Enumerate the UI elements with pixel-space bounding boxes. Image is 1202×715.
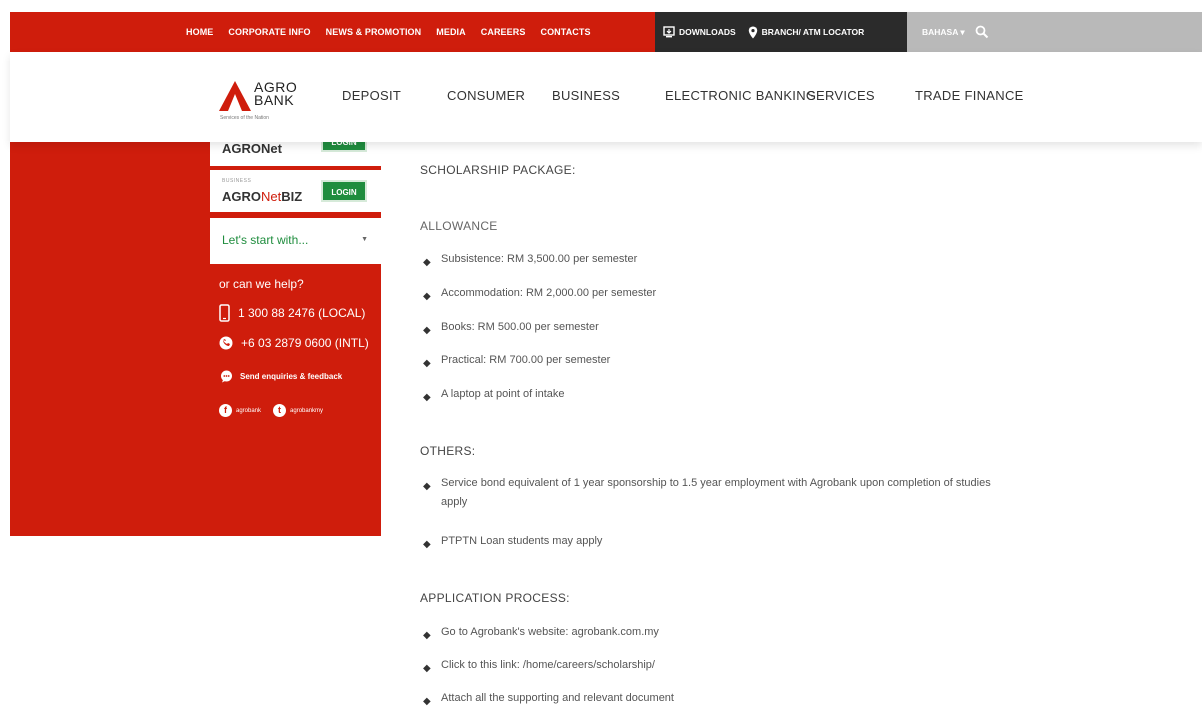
map-pin-icon (748, 26, 757, 38)
logo-tagline: Services of the Nation (220, 115, 269, 121)
downloads-link[interactable]: DOWNLOADS (663, 26, 736, 38)
application-item-text: Attach all the supporting and relevant d… (441, 692, 674, 704)
application-item: ◆ Click to this link: /home/careers/schol… (420, 656, 1010, 675)
agronet-brand: AGRONet (222, 141, 282, 156)
search-icon[interactable] (975, 25, 989, 39)
others-item: ◆ Service bond equivalent of 1 year spons… (420, 474, 1010, 512)
allowance-item-text: A laptop at point of intake (441, 388, 565, 400)
diamond-bullet-icon: ◆ (423, 291, 431, 302)
top-nav-news-promotion[interactable]: NEWS & PROMOTION (326, 27, 422, 37)
allowance-item: ◆ Books: RM 500.00 per semester (420, 318, 1010, 337)
facebook-link[interactable]: f agrobank (219, 404, 261, 417)
logo-triangle-icon (219, 81, 251, 111)
globe-phone-icon (219, 336, 233, 350)
mobile-phone-icon (219, 304, 230, 322)
top-nav-home[interactable]: HOME (186, 27, 213, 37)
top-nav: HOME CORPORATE INFO NEWS & PROMOTION MED… (186, 12, 606, 52)
others-item-text: Service bond equivalent of 1 year sponso… (441, 477, 991, 508)
nav-deposit[interactable]: DEPOSIT (342, 88, 401, 103)
diamond-bullet-icon: ◆ (423, 325, 431, 336)
branch-atm-locator-label: BRANCH/ ATM LOCATOR (761, 27, 865, 37)
logo-text-bank: BANK (254, 92, 295, 108)
top-grey-section: BAHASA ▾ (907, 12, 1202, 52)
top-dark-section: DOWNLOADS BRANCH/ ATM LOCATOR (655, 12, 907, 52)
branch-atm-locator-link[interactable]: BRANCH/ ATM LOCATOR (748, 26, 865, 39)
scholarship-package-heading: SCHOLARSHIP PACKAGE: (420, 163, 576, 177)
brand-agro: AGRO (222, 189, 261, 204)
help-text: or can we help? (219, 277, 304, 291)
nav-services[interactable]: SERVICES (807, 88, 875, 103)
lets-start-dropdown[interactable]: Let's start with... ▼ (210, 218, 381, 264)
diamond-bullet-icon: ◆ (423, 539, 431, 550)
application-item-text: Click to this link: /home/careers/schola… (441, 659, 655, 671)
agronetbiz-card: BUSINESS AGRONetBIZ LOGIN (210, 170, 381, 212)
page: HOME CORPORATE INFO NEWS & PROMOTION MED… (0, 0, 1202, 715)
top-nav-contacts[interactable]: CONTACTS (540, 27, 590, 37)
diamond-bullet-icon: ◆ (423, 663, 431, 674)
allowance-item-text: Subsistence: RM 3,500.00 per semester (441, 253, 638, 265)
brand-biz: BIZ (281, 189, 303, 204)
agronetbiz-login-button[interactable]: LOGIN (321, 180, 367, 202)
main-navigation: AGRO BANK Services of the Nation DEPOSIT… (10, 52, 1202, 142)
nav-consumer[interactable]: CONSUMER (447, 88, 525, 103)
top-nav-corporate-info[interactable]: CORPORATE INFO (228, 27, 310, 37)
send-enquiries-link[interactable]: Send enquiries & feedback (220, 370, 342, 383)
top-nav-media[interactable]: MEDIA (436, 27, 466, 37)
facebook-label: agrobank (236, 407, 262, 414)
phone-local[interactable]: 1 300 88 2476 (LOCAL) (219, 304, 365, 322)
phone-intl-label: +6 03 2879 0600 (INTL) (241, 336, 369, 350)
allowance-heading: ALLOWANCE (420, 219, 498, 233)
top-nav-careers[interactable]: CAREERS (481, 27, 526, 37)
allowance-item-text: Accommodation: RM 2,000.00 per semester (441, 287, 657, 299)
downloads-label: DOWNLOADS (679, 27, 736, 37)
send-enquiries-label: Send enquiries & feedback (240, 372, 343, 381)
diamond-bullet-icon: ◆ (423, 481, 431, 492)
application-item-text: Go to Agrobank's website: agrobank.com.m… (441, 626, 659, 638)
download-icon (663, 26, 675, 38)
sidebar: AGRONet LOGIN BUSINESS AGRONetBIZ LOGIN … (10, 130, 381, 536)
diamond-bullet-icon: ◆ (423, 392, 431, 403)
others-item: ◆ PTPTN Loan students may apply (420, 532, 1010, 551)
application-item: ◆ Attach all the supporting and relevant … (420, 689, 1010, 708)
nav-trade-finance[interactable]: TRADE FINANCE (915, 88, 1024, 103)
phone-local-label: 1 300 88 2476 (LOCAL) (238, 306, 366, 320)
language-dropdown[interactable]: BAHASA ▾ (922, 27, 965, 38)
nav-business[interactable]: BUSINESS (552, 88, 620, 103)
phone-intl[interactable]: +6 03 2879 0600 (INTL) (219, 336, 369, 350)
others-item-text: PTPTN Loan students may apply (441, 535, 603, 547)
facebook-icon: f (219, 404, 232, 417)
diamond-bullet-icon: ◆ (423, 257, 431, 268)
diamond-bullet-icon: ◆ (423, 358, 431, 369)
agronetbiz-brand: AGRONetBIZ (222, 189, 302, 204)
nav-electronic-banking[interactable]: ELECTRONIC BANKING (665, 88, 816, 103)
allowance-item: ◆ Practical: RM 700.00 per semester (420, 351, 1010, 370)
twitter-icon: t (273, 404, 287, 417)
chat-icon (221, 370, 232, 383)
diamond-bullet-icon: ◆ (423, 696, 431, 707)
allowance-item: ◆ A laptop at point of intake (420, 385, 1010, 404)
top-utility-bar: HOME CORPORATE INFO NEWS & PROMOTION MED… (10, 12, 1202, 52)
brand-net: Net (261, 189, 282, 204)
allowance-item-text: Practical: RM 700.00 per semester (441, 354, 611, 366)
others-heading: OTHERS: (420, 444, 476, 458)
chevron-down-icon: ▼ (361, 236, 368, 243)
social-links: f agrobank t agrobankmy (219, 404, 335, 417)
application-item: ◆ Go to Agrobank's website: agrobank.com.… (420, 623, 1010, 642)
allowance-item-text: Books: RM 500.00 per semester (441, 321, 599, 333)
agrobank-logo[interactable]: AGRO BANK Services of the Nation (218, 79, 308, 125)
twitter-label: agrobankmy (290, 407, 324, 414)
application-process-heading: APPLICATION PROCESS: (420, 591, 570, 605)
diamond-bullet-icon: ◆ (423, 630, 431, 641)
allowance-item: ◆ Subsistence: RM 3,500.00 per semester (420, 250, 1010, 269)
allowance-item: ◆ Accommodation: RM 2,000.00 per semester (420, 284, 1010, 303)
twitter-link[interactable]: t agrobankmy (273, 404, 323, 417)
lets-start-label: Let's start with... (222, 233, 309, 247)
business-label: BUSINESS (222, 178, 252, 184)
